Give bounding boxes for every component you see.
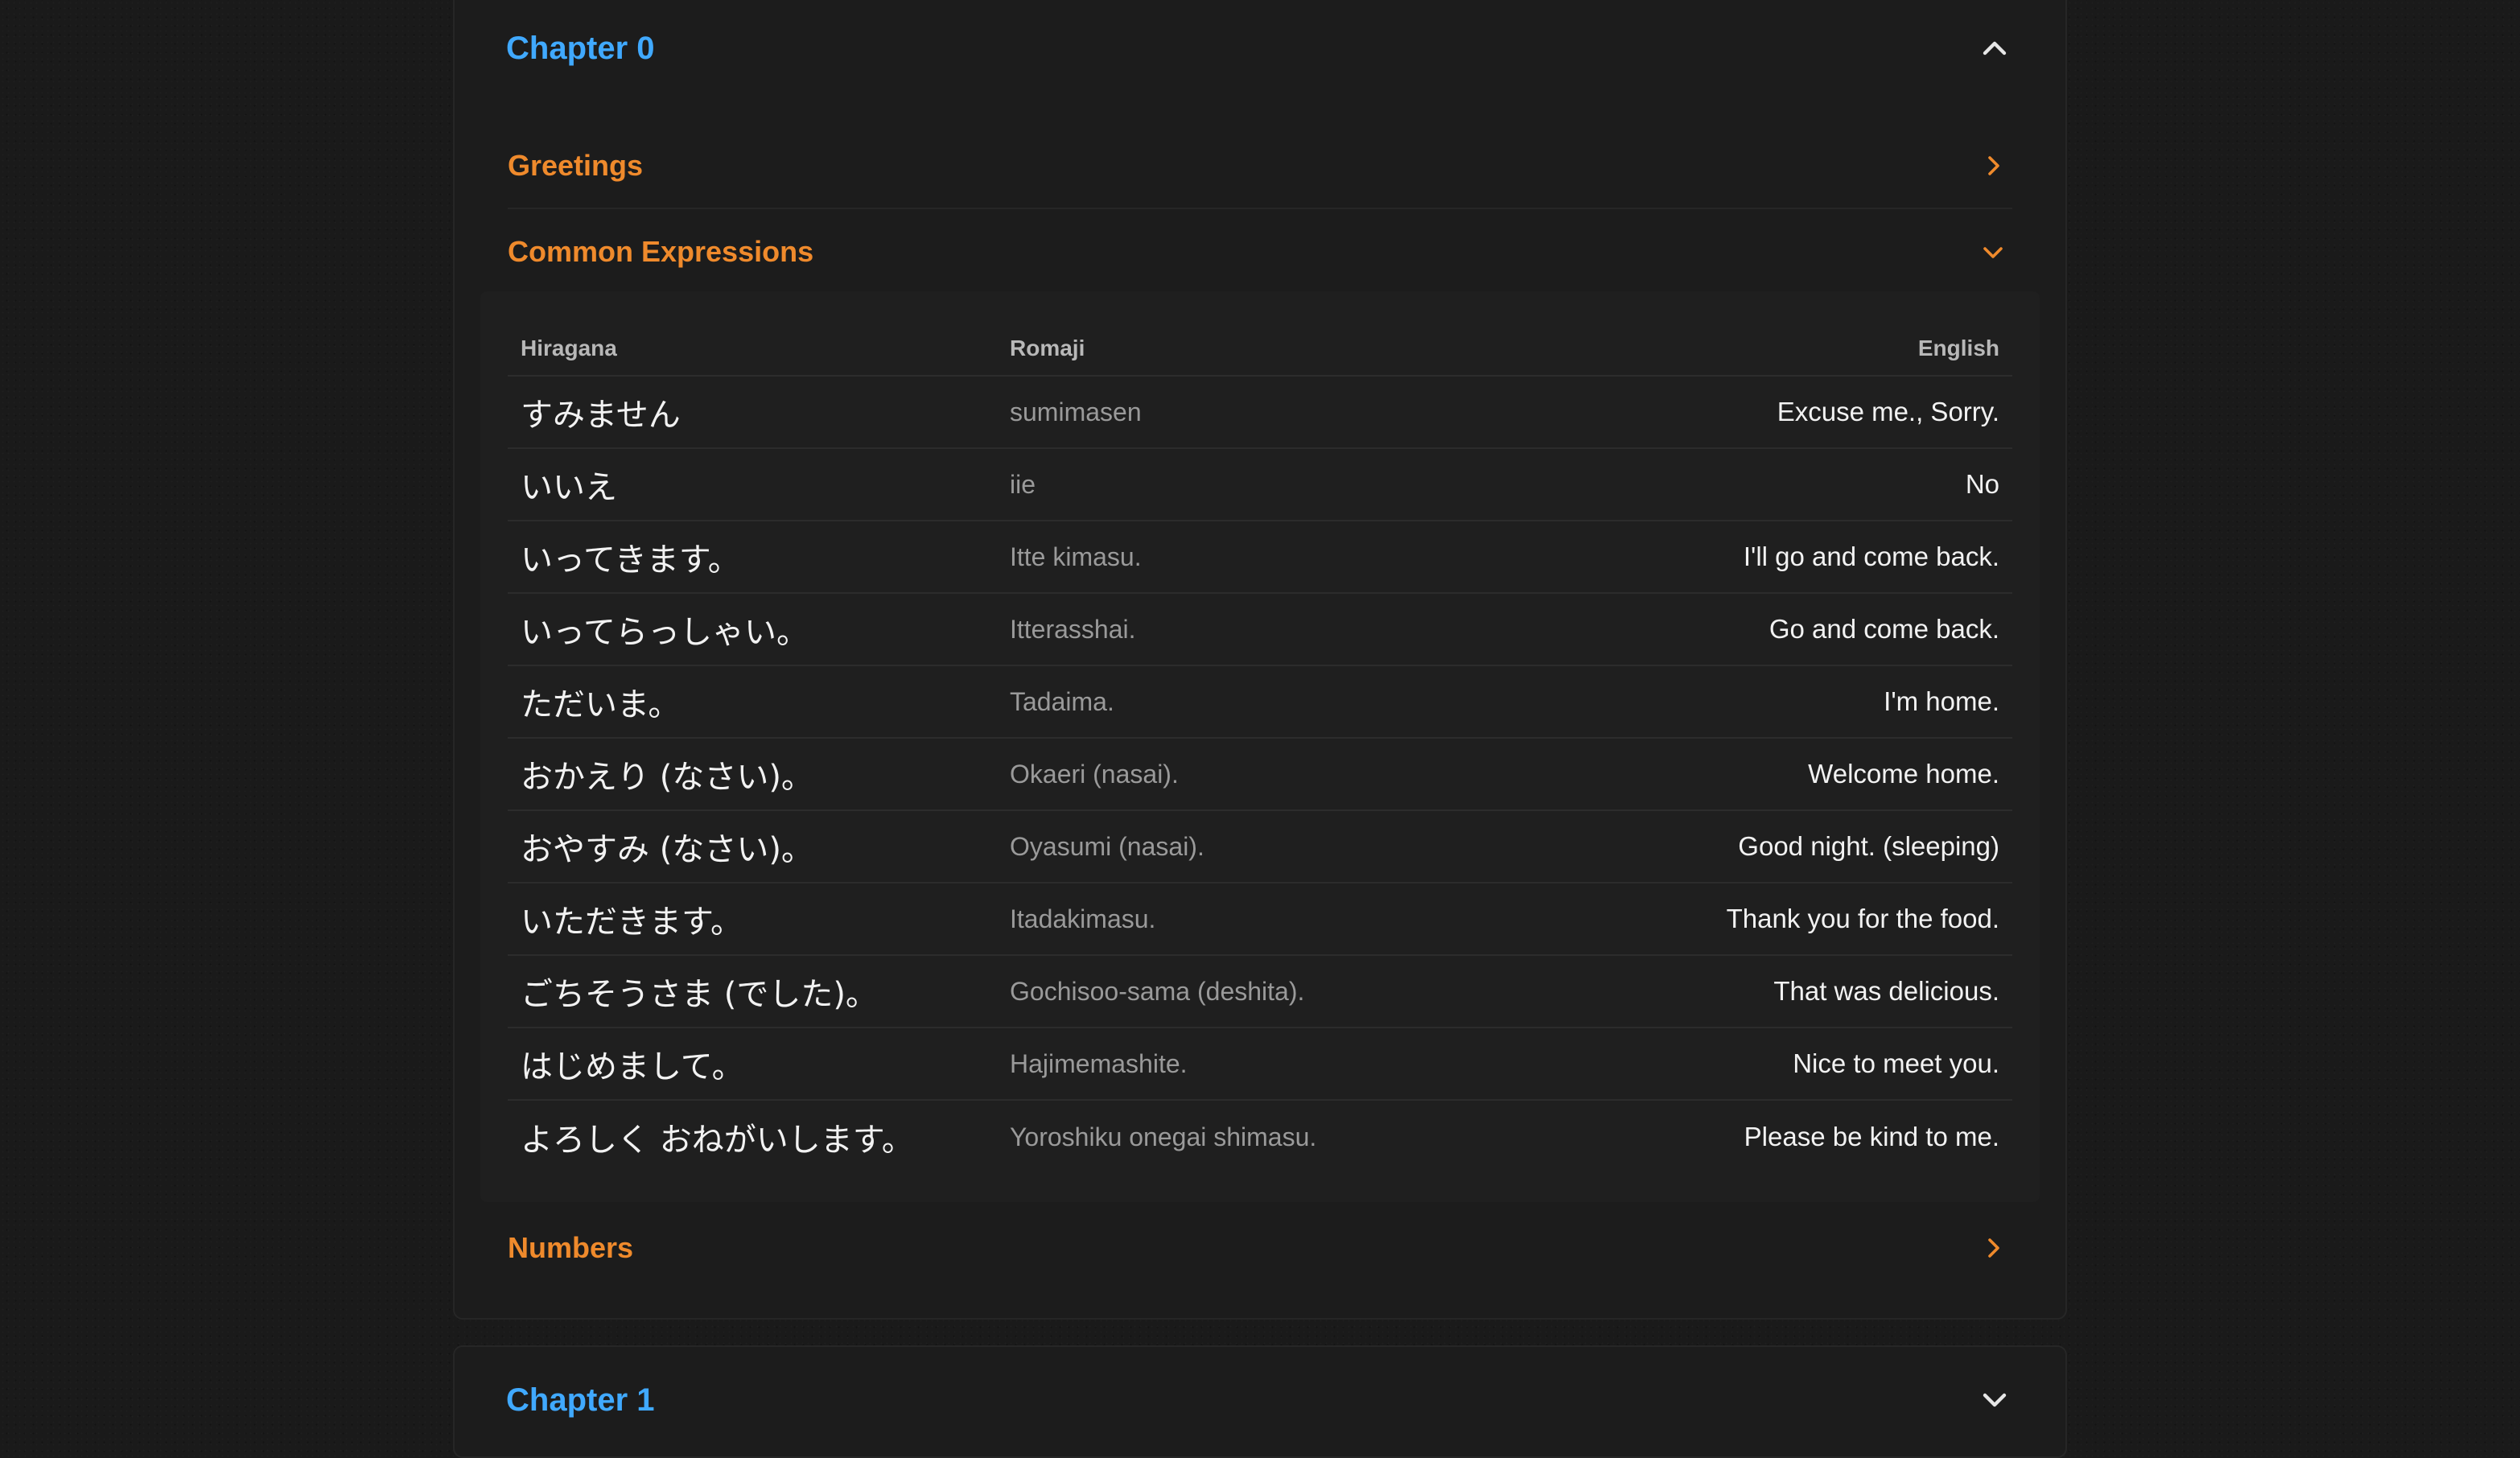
table-row: いってきます。 Itte kimasu. I'll go and come back… (508, 521, 2012, 594)
cell-english: Go and come back. (1769, 614, 1999, 644)
cell-romaji: Oyasumi (nasai). (1010, 831, 1204, 861)
table-header: Hiragana Romaji English (508, 322, 2012, 377)
table-body: すみません sumimasen Excuse me., Sorry. いいえ iie No… (508, 377, 2012, 1173)
chevron-right-icon[interactable] (1974, 146, 2012, 185)
cell-hiragana: ただいま。 (521, 686, 681, 723)
cell-romaji: Gochisoo-sama (deshita). (1010, 976, 1305, 1006)
cell-english: That was delicious. (1773, 976, 1999, 1006)
cell-romaji: Itterasshai. (1010, 614, 1136, 644)
table-row: はじめまして。 Hajimemashite. Nice to meet you. (508, 1028, 2012, 1101)
section-greetings[interactable]: Greetings (508, 124, 2012, 209)
column-header-romaji: Romaji (1010, 336, 1085, 360)
chevron-down-icon[interactable] (1974, 233, 2012, 271)
table-row: いってらっしゃい。 Itterasshai. Go and come back. (508, 594, 2012, 666)
cell-romaji: Itadakimasu. (1010, 904, 1156, 933)
cell-hiragana: いってきます。 (521, 542, 740, 579)
cell-romaji: Tadaima. (1010, 686, 1114, 716)
cell-hiragana: はじめまして。 (521, 1048, 744, 1085)
cell-romaji: iie (1010, 469, 1036, 499)
cell-english: Welcome home. (1808, 759, 1999, 789)
cell-hiragana: おかえり (なさい)。 (521, 759, 813, 796)
section-title: Common Expressions (508, 235, 814, 268)
chapter-card: Chapter 1 (453, 1345, 2067, 1458)
chapter-title: Chapter 1 (506, 1382, 655, 1418)
column-header-hiragana: Hiragana (521, 336, 617, 360)
cell-romaji: Yoroshiku onegai shimasu. (1010, 1122, 1317, 1151)
cell-english: I'm home. (1884, 686, 1999, 716)
cell-romaji: Hajimemashite. (1010, 1048, 1188, 1078)
table-row: ごちそうさま (でした)。 Gochisoo-sama (deshita). Tha… (508, 956, 2012, 1028)
cell-hiragana: よろしく おねがいします。 (521, 1122, 914, 1159)
chapter-header[interactable]: Chapter 1 (506, 1376, 2014, 1424)
chevron-down-icon[interactable] (1975, 1381, 2014, 1419)
table-row: いただきます。 Itadakimasu. Thank you for the foo… (508, 883, 2012, 956)
chevron-up-icon[interactable] (1975, 29, 2014, 68)
section-common-expressions[interactable]: Common Expressions (508, 209, 2012, 294)
cell-hiragana: ごちそうさま (でした)。 (521, 976, 878, 1013)
table-row: おかえり (なさい)。 Okaeri (nasai). Welcome home. (508, 739, 2012, 811)
table-row: ただいま。 Tadaima. I'm home. (508, 666, 2012, 739)
column-header-english: English (1917, 336, 1999, 360)
cell-romaji: Okaeri (nasai). (1010, 759, 1179, 789)
cell-english: No (1965, 469, 1999, 499)
table-row: すみません sumimasen Excuse me., Sorry. (508, 377, 2012, 449)
section-title: Numbers (508, 1231, 634, 1264)
table-row: おやすみ (なさい)。 Oyasumi (nasai). Good night. (… (508, 811, 2012, 883)
chapter-card: Chapter 0 Greetings Common Expressions H… (453, 0, 2067, 1320)
cell-hiragana: いってらっしゃい。 (521, 614, 809, 651)
cell-english: Thank you for the food. (1726, 904, 1999, 933)
cell-english: Good night. (sleeping) (1738, 831, 1999, 861)
cell-english: Excuse me., Sorry. (1777, 397, 1999, 426)
vocabulary-table: Hiragana Romaji English すみません sumimasen Ex… (508, 322, 2012, 1173)
cell-hiragana: おやすみ (なさい)。 (521, 831, 813, 868)
cell-english: I'll go and come back. (1743, 542, 1999, 571)
chapter-header[interactable]: Chapter 0 (506, 24, 2014, 72)
chapter-title: Chapter 0 (506, 30, 655, 66)
cell-english: Please be kind to me. (1744, 1122, 1999, 1151)
cell-hiragana: いただきます。 (521, 904, 743, 941)
cell-english: Nice to meet you. (1793, 1048, 1999, 1078)
section-numbers[interactable]: Numbers (508, 1205, 2012, 1291)
cell-hiragana: いいえ (521, 469, 617, 506)
cell-romaji: Itte kimasu. (1010, 542, 1142, 571)
section-title: Greetings (508, 149, 644, 182)
chevron-right-icon[interactable] (1974, 1229, 2012, 1267)
cell-romaji: sumimasen (1010, 397, 1142, 426)
table-row: いいえ iie No (508, 449, 2012, 521)
table-row: よろしく おねがいします。 Yoroshiku onegai shimasu. Pl… (508, 1101, 2012, 1173)
vocabulary-panel: Hiragana Romaji English すみません sumimasen Ex… (480, 291, 2040, 1202)
cell-hiragana: すみません (521, 397, 681, 434)
